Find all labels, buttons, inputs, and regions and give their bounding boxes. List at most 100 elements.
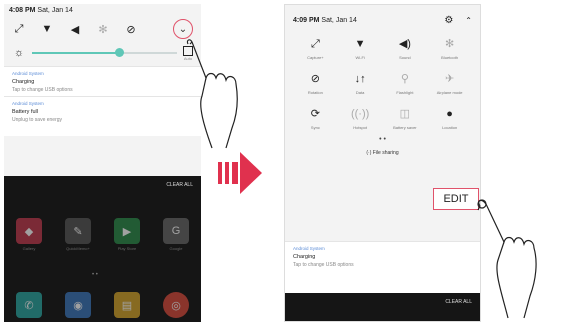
- quick-settings-row: ⤢ ▼ ◀ ✻ ⊘ ⌄: [4, 18, 201, 40]
- quick-tile-label: Sound: [399, 55, 411, 60]
- quick-tile-label: Sync: [310, 125, 320, 130]
- wifi-icon[interactable]: ▼: [40, 22, 54, 36]
- quick-tile-flashlight[interactable]: ⚲ Flashlight: [383, 72, 428, 95]
- expand-icon[interactable]: ⤢: [12, 22, 26, 36]
- notification-title: Battery full: [12, 109, 38, 115]
- edit-button[interactable]: EDIT: [433, 188, 479, 210]
- app-gallery[interactable]: ◆ Gallery: [16, 218, 42, 251]
- brightness-slider-fill: [32, 52, 119, 54]
- file-sharing-button[interactable]: (·) File sharing: [285, 150, 480, 156]
- flashlight-icon: ⚲: [400, 73, 409, 85]
- gallery-icon: ◆: [16, 218, 42, 244]
- notification-source: Android System: [12, 101, 44, 106]
- status-time: 4:09 PM: [293, 16, 320, 24]
- quick-tile-sync[interactable]: ⟳ Sync: [293, 107, 338, 130]
- rotation-icon: ⊘: [310, 73, 320, 85]
- camera-icon[interactable]: ◉: [65, 292, 91, 318]
- brightness-icon: ☼: [13, 47, 25, 59]
- volume-icon[interactable]: ◀: [68, 22, 82, 36]
- pointing-hand-left: [186, 39, 238, 149]
- app-quickmemo[interactable]: ✎ QuickMemo+: [65, 218, 91, 251]
- brightness-slider-knob[interactable]: [115, 48, 124, 57]
- sync-icon: ⟳: [310, 108, 320, 120]
- right-phone-screen: 4:09 PM Sat, Jan 14 ⚙ ⌃ ⤢ Capture+ ▼ Wi-Fi ◀…: [284, 4, 481, 322]
- status-time: 4:08 PM: [9, 7, 36, 14]
- quick-tile-rotation[interactable]: ⊘ Rotation: [293, 72, 338, 95]
- status-bar: 4:08 PM Sat, Jan 14: [4, 4, 201, 18]
- app-label: QuickMemo+: [66, 246, 90, 251]
- gear-icon[interactable]: ⚙: [444, 15, 453, 26]
- home-screen-background: CLEAR ALL: [285, 293, 480, 321]
- notification-source: Android System: [12, 71, 44, 76]
- quick-tile-label: Rotation: [307, 90, 323, 95]
- phone-icon[interactable]: ✆: [16, 292, 42, 318]
- wifi-icon: ▼: [354, 38, 366, 50]
- play-store-icon: ▶: [114, 218, 140, 244]
- quick-tile-sound[interactable]: ◀) Sound: [383, 37, 428, 60]
- app-label: Gallery: [22, 246, 36, 251]
- page-indicator: • •: [92, 272, 98, 278]
- chevron-up-icon[interactable]: ⌃: [465, 16, 472, 25]
- clear-all-button[interactable]: CLEAR ALL: [445, 299, 472, 305]
- data-icon: ↓↑: [354, 73, 366, 85]
- app-google[interactable]: G Google: [163, 218, 189, 251]
- notification-charging[interactable]: Android System Charging Tap to change US…: [4, 66, 201, 96]
- app-label: Play Store: [117, 246, 137, 251]
- clear-all-button[interactable]: CLEAR ALL: [166, 182, 193, 188]
- quick-tile-label: Bluetooth: [441, 55, 459, 60]
- quick-tile-label: Hotspot: [353, 125, 368, 130]
- left-phone-screen: 4:08 PM Sat, Jan 14 ⤢ ▼ ◀ ✻ ⊘ ⌄ ☼ Auto A…: [4, 4, 201, 322]
- status-bar: 4:09 PM Sat, Jan 14 ⚙ ⌃: [285, 5, 480, 35]
- home-screen-background: CLEAR ALL ◆ Gallery ✎ QuickMemo+ ▶ Play Sto…: [4, 176, 201, 322]
- bluetooth-icon: ✻: [445, 38, 455, 50]
- pointing-hand-right: [477, 199, 537, 319]
- app-row-2: ✆ ◉ ▤ ◎: [16, 292, 189, 318]
- quick-tile-label: Location: [442, 125, 458, 130]
- quick-tile-label: Flashlight: [396, 90, 414, 95]
- quick-tile-bluetooth[interactable]: ✻ Bluetooth: [427, 37, 472, 60]
- quick-tile-label: Wi-Fi: [355, 55, 365, 60]
- quick-tile-wifi[interactable]: ▼ Wi-Fi: [338, 37, 383, 60]
- notification-source: Android System: [293, 246, 325, 251]
- notification-battery-full[interactable]: Android System Battery full Unplug to sa…: [4, 96, 201, 136]
- page-indicator: • •: [379, 136, 386, 143]
- battery-saver-icon: ◫: [399, 108, 411, 120]
- notification-subtitle: Unplug to save energy: [12, 117, 63, 123]
- quick-tile-location[interactable]: ● Location: [427, 107, 472, 130]
- status-date: Sat, Jan 14: [37, 7, 73, 14]
- capture-icon: ⤢: [310, 38, 320, 50]
- rotation-icon[interactable]: ⊘: [124, 22, 138, 36]
- bluetooth-icon[interactable]: ✻: [96, 22, 110, 36]
- notification-title: Charging: [12, 79, 35, 85]
- quick-settings-grid: ⤢ Capture+ ▼ Wi-Fi ◀) Sound ✻ Bluetooth ⊘ Rotatio…: [285, 35, 480, 132]
- notification-subtitle: Tap to change USB options: [293, 262, 354, 268]
- notification-title: Charging: [293, 254, 316, 260]
- location-icon: ●: [446, 108, 453, 120]
- google-folder-icon: G: [163, 218, 189, 244]
- status-date: Sat, Jan 14: [321, 16, 357, 24]
- quick-tile-airplane-mode[interactable]: ✈ Airplane mode: [427, 72, 472, 95]
- messaging-icon[interactable]: ▤: [114, 292, 140, 318]
- quick-tile-capture[interactable]: ⤢ Capture+: [293, 37, 338, 60]
- quick-tile-data[interactable]: ↓↑ Data: [338, 72, 383, 95]
- notification-charging[interactable]: Android System Charging Tap to change US…: [285, 241, 480, 293]
- quickmemo-icon: ✎: [65, 218, 91, 244]
- hotspot-icon: ((·)): [350, 108, 370, 120]
- brightness-slider[interactable]: [32, 48, 177, 57]
- app-row-1: ◆ Gallery ✎ QuickMemo+ ▶ Play Store G Google: [16, 218, 189, 251]
- quick-tile-hotspot[interactable]: ((·)) Hotspot: [338, 107, 383, 130]
- quick-tile-label: Airplane mode: [436, 90, 463, 95]
- sound-icon: ◀): [398, 38, 411, 50]
- quick-tile-label: Data: [355, 90, 365, 95]
- chrome-icon[interactable]: ◎: [163, 292, 189, 318]
- app-play-store[interactable]: ▶ Play Store: [114, 218, 140, 251]
- quick-tile-label: Capture+: [307, 55, 324, 60]
- chevron-down-icon: ⌄: [178, 23, 188, 35]
- airplane-mode-icon: ✈: [445, 73, 455, 85]
- quick-tile-battery-saver[interactable]: ◫ Battery saver: [383, 107, 428, 130]
- notification-subtitle: Tap to change USB options: [12, 87, 73, 93]
- app-label: Google: [169, 246, 183, 251]
- transition-arrow-icon: [218, 152, 262, 194]
- quick-tile-label: Battery saver: [393, 125, 417, 130]
- brightness-row: ☼ Auto: [4, 40, 201, 66]
